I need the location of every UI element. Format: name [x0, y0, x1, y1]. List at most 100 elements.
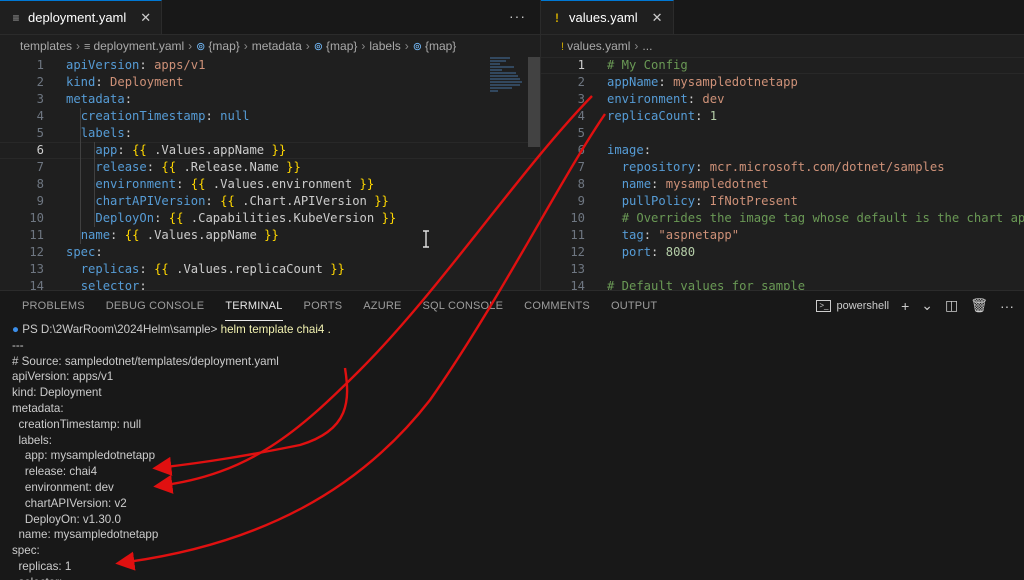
- line-number: 12: [570, 245, 585, 259]
- close-icon[interactable]: ✕: [652, 10, 663, 26]
- line-number: 13: [29, 262, 44, 276]
- terminal-selector[interactable]: >_ powershell: [816, 299, 889, 312]
- code-line[interactable]: 10 # Overrides the image tag whose defau…: [541, 210, 1024, 227]
- terminal-output[interactable]: ● PS D:\2WarRoom\2024Helm\sample> helm t…: [0, 322, 1024, 580]
- close-icon[interactable]: ✕: [140, 10, 151, 26]
- line-number: 4: [577, 109, 585, 123]
- line-number: 5: [36, 126, 44, 140]
- tab-label: deployment.yaml: [28, 10, 127, 25]
- panel-tab-azure[interactable]: AZURE: [363, 291, 401, 321]
- more-actions-icon[interactable]: ···: [509, 8, 526, 24]
- line-number: 9: [36, 194, 44, 208]
- code-text: repository: mcr.microsoft.com/dotnet/sam…: [621, 160, 945, 174]
- breadcrumb-item[interactable]: ...: [642, 39, 652, 53]
- code-line[interactable]: 5: [541, 125, 1024, 142]
- panel-tab-output[interactable]: OUTPUT: [611, 291, 657, 321]
- panel-tab-debug-console[interactable]: DEBUG CONSOLE: [106, 291, 205, 321]
- panel-tab-comments[interactable]: COMMENTS: [524, 291, 590, 321]
- code-text: port: 8080: [621, 245, 696, 259]
- terminal-command: helm template chai4 .: [220, 323, 331, 336]
- trash-icon[interactable]: 🗑: [970, 297, 988, 314]
- more-actions-icon[interactable]: ···: [1000, 298, 1014, 314]
- breadcrumb-item[interactable]: ⊚ {map}: [413, 39, 457, 53]
- panel-tab-ports[interactable]: PORTS: [304, 291, 343, 321]
- tab-deployment-yaml[interactable]: ≡ deployment.yaml ✕: [0, 0, 163, 34]
- code-line[interactable]: 13: [541, 261, 1024, 278]
- line-number: 7: [577, 160, 585, 174]
- chevron-right-icon: ›: [243, 39, 248, 53]
- code-line[interactable]: 1 apiVersion: apps/v1: [0, 57, 540, 74]
- add-terminal-icon[interactable]: +: [901, 298, 909, 314]
- panel-actions: >_ powershell + ⌄ ◫ 🗑 ···: [816, 297, 1014, 314]
- code-line[interactable]: 5 labels:: [0, 125, 540, 142]
- code-line[interactable]: 6 image:: [541, 142, 1024, 159]
- code-line[interactable]: 8 name: mysampledotnet: [541, 176, 1024, 193]
- line-number: 5: [577, 126, 585, 140]
- code-line[interactable]: 14 selector:: [0, 278, 540, 290]
- code-editor-values[interactable]: 1 # My Config 2 appName: mysampledotnetapp 3…: [541, 57, 1024, 290]
- breadcrumb-item[interactable]: ! values.yaml: [561, 39, 630, 53]
- code-line[interactable]: 7 repository: mcr.microsoft.com/dotnet/s…: [541, 159, 1024, 176]
- code-line[interactable]: 10 DeployOn: {{ .Capabilities.KubeVersio…: [0, 210, 540, 227]
- left-tab-bar: ≡ deployment.yaml ✕ ···: [0, 0, 540, 35]
- code-text: environment: dev: [607, 92, 725, 106]
- code-line[interactable]: 8 environment: {{ .Values.environment }}: [0, 176, 540, 193]
- breadcrumb: ! values.yaml ›...: [541, 35, 1024, 57]
- line-number: 8: [577, 177, 585, 191]
- code-text: # Overrides the image tag whose default …: [621, 211, 1024, 225]
- line-number: 6: [577, 143, 585, 157]
- breadcrumb: templates › ≡ deployment.yaml › ⊚ {map} › metada…: [0, 35, 540, 57]
- line-number: 11: [570, 228, 585, 242]
- chevron-down-icon[interactable]: ⌄: [921, 297, 933, 314]
- code-line[interactable]: 9 chartAPIVersion: {{ .Chart.APIVersion …: [0, 193, 540, 210]
- line-number: 8: [36, 177, 44, 191]
- text-cursor-icon: [423, 230, 429, 248]
- breadcrumb-item[interactable]: ≡ deployment.yaml: [84, 39, 184, 53]
- panel-tab-sql-console[interactable]: SQL CONSOLE: [423, 291, 504, 321]
- minimap[interactable]: [490, 57, 526, 97]
- code-line[interactable]: 3 environment: dev: [541, 91, 1024, 108]
- code-line[interactable]: 4 replicaCount: 1: [541, 108, 1024, 125]
- code-line[interactable]: 12 port: 8080: [541, 244, 1024, 261]
- chevron-right-icon: ›: [361, 39, 366, 53]
- line-number: 10: [29, 211, 44, 225]
- code-line[interactable]: 11 tag: "aspnetapp": [541, 227, 1024, 244]
- code-text: kind: Deployment: [66, 75, 184, 89]
- code-line[interactable]: 2 appName: mysampledotnetapp: [541, 74, 1024, 91]
- code-text: chartAPIVersion: {{ .Chart.APIVersion }}: [95, 194, 389, 208]
- breadcrumb-item[interactable]: labels: [369, 39, 400, 53]
- code-line[interactable]: 3 metadata:: [0, 91, 540, 108]
- prompt-indicator-icon: ●: [12, 323, 20, 336]
- split-terminal-icon[interactable]: ◫: [945, 297, 958, 314]
- code-line[interactable]: 12 spec:: [0, 244, 540, 261]
- code-line[interactable]: 7 release: {{ .Release.Name }}: [0, 159, 540, 176]
- panel-tab-problems[interactable]: PROBLEMS: [22, 291, 85, 321]
- code-line[interactable]: 11 name: {{ .Values.appName }}: [0, 227, 540, 244]
- line-number: 3: [577, 92, 585, 106]
- line-number: 1: [36, 58, 44, 72]
- code-text: image:: [607, 143, 652, 157]
- vertical-scrollbar[interactable]: [528, 57, 540, 147]
- code-line[interactable]: 14 # Default values for sample: [541, 278, 1024, 290]
- line-number: 11: [29, 228, 44, 242]
- breadcrumb-item[interactable]: metadata: [252, 39, 302, 53]
- code-line[interactable]: 4 creationTimestamp: null: [0, 108, 540, 125]
- code-line[interactable]: 13 replicas: {{ .Values.replicaCount }}: [0, 261, 540, 278]
- breadcrumb-item[interactable]: templates: [20, 39, 72, 53]
- code-text: metadata:: [66, 92, 133, 106]
- terminal-icon: >_: [816, 299, 832, 312]
- line-number: 10: [570, 211, 585, 225]
- code-text: spec:: [66, 245, 103, 259]
- line-number: 13: [570, 262, 585, 276]
- file-lines-icon: ≡: [12, 10, 20, 25]
- code-editor-deployment[interactable]: 1 apiVersion: apps/v1 2 kind: Deployment 3 me…: [0, 57, 540, 290]
- tab-values-yaml[interactable]: ! values.yaml ✕: [541, 0, 674, 34]
- panel-tab-terminal[interactable]: TERMINAL: [225, 291, 283, 321]
- code-line[interactable]: 9 pullPolicy: IfNotPresent: [541, 193, 1024, 210]
- code-line[interactable]: 2 kind: Deployment: [0, 74, 540, 91]
- breadcrumb-item[interactable]: ⊚ {map}: [196, 39, 240, 53]
- breadcrumb-item[interactable]: ⊚ {map}: [314, 39, 358, 53]
- chevron-right-icon: ›: [404, 39, 409, 53]
- line-number: 7: [36, 160, 44, 174]
